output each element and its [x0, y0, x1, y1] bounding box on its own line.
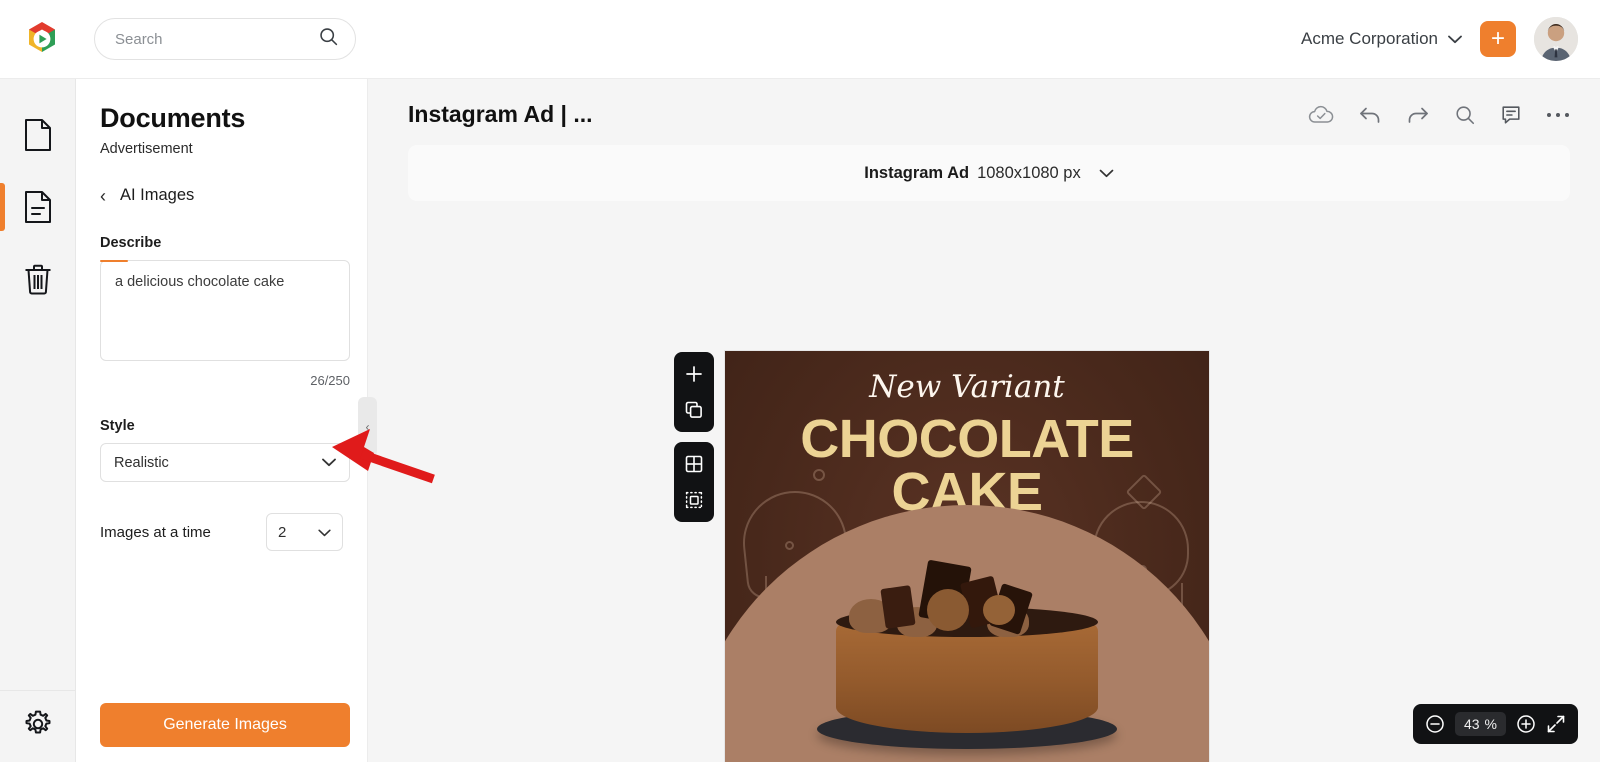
document-header: Instagram Ad | ...	[368, 79, 1600, 128]
zoom-level-value: 43	[1463, 716, 1480, 732]
ad-script-heading: New Variant	[869, 369, 1065, 405]
artboard-size-bar[interactable]: Instagram Ad 1080x1080 px	[408, 145, 1570, 201]
breadcrumb-label: AI Images	[120, 186, 195, 204]
chevron-down-icon	[1448, 29, 1462, 49]
cloud-saved-icon[interactable]	[1308, 105, 1334, 125]
chevron-down-icon	[322, 455, 336, 470]
add-element-icon[interactable]	[677, 358, 711, 390]
chocolate-chunk	[880, 585, 916, 629]
grid-layout-icon[interactable]	[677, 448, 711, 480]
canvas-tool-group-one	[674, 352, 714, 432]
icon-rail	[0, 79, 76, 762]
images-count-value: 2	[278, 523, 287, 541]
canvas-area: Instagram Ad | ... Instagram Ad 1080x108…	[368, 79, 1600, 762]
search-placeholder: Search	[115, 30, 163, 48]
more-options-icon[interactable]	[1546, 111, 1570, 119]
canvas-tool-group-two	[674, 442, 714, 522]
artboard-dimensions: 1080x1080 px	[977, 163, 1081, 182]
page-title: Documents	[100, 103, 246, 133]
images-at-a-time-label: Images at a time	[100, 523, 211, 541]
crop-select-icon[interactable]	[677, 484, 711, 516]
style-select[interactable]: Realistic	[100, 443, 350, 482]
org-switcher[interactable]: Acme Corporation	[1301, 29, 1462, 49]
panel-collapse-handle[interactable]: ‹	[358, 397, 377, 457]
app-logo-hexagon[interactable]	[22, 19, 62, 59]
images-at-a-time-row: Images at a time 2	[100, 513, 343, 551]
search-icon[interactable]	[318, 26, 339, 52]
top-bar: Search Acme Corporation +	[0, 0, 1600, 79]
document-title: Instagram Ad | ...	[408, 101, 593, 127]
left-panel: Documents Advertisement ‹ AI Images Desc…	[76, 79, 377, 762]
artboard-preset-name: Instagram Ad	[864, 163, 970, 182]
back-chevron-icon[interactable]: ‹	[100, 187, 106, 205]
cake-photo	[797, 519, 1137, 749]
ad-title: CHOCOLATE CAKE	[725, 409, 1209, 519]
breadcrumb-ai-images[interactable]: ‹ AI Images	[100, 186, 343, 205]
rail-item-trash[interactable]	[0, 243, 76, 315]
duplicate-icon[interactable]	[677, 394, 711, 426]
undo-icon[interactable]	[1358, 105, 1382, 125]
zoom-out-icon[interactable]	[1425, 714, 1445, 734]
rail-item-blank-document[interactable]	[0, 99, 76, 171]
app-body: Documents Advertisement ‹ AI Images Desc…	[0, 79, 1600, 762]
describe-label: Describe	[100, 235, 162, 251]
chevron-down-icon[interactable]	[1099, 166, 1114, 181]
redo-icon[interactable]	[1406, 105, 1430, 125]
style-label: Style	[100, 418, 135, 434]
zoom-in-icon[interactable]	[1516, 714, 1536, 734]
gear-icon	[23, 709, 53, 744]
images-count-select[interactable]: 2	[266, 513, 343, 551]
rail-item-documents[interactable]	[0, 171, 76, 243]
search-input[interactable]: Search	[94, 18, 356, 60]
search-icon[interactable]	[1454, 104, 1476, 126]
describe-input[interactable]	[100, 260, 350, 361]
canvas-stage: New Variant CHOCOLATE CAKE DISCOUNT UP T…	[368, 201, 1600, 762]
cake-body	[836, 621, 1098, 733]
document-toolbar	[1308, 104, 1570, 126]
org-name: Acme Corporation	[1300, 29, 1438, 48]
describe-field-wrapper	[100, 260, 350, 366]
avatar[interactable]	[1534, 17, 1578, 61]
character-counter: 26/250	[310, 373, 350, 388]
ad-title-line1: CHOCOLATE	[800, 409, 1134, 469]
zoom-level-unit: %	[1484, 716, 1497, 732]
chevron-down-icon	[318, 525, 331, 540]
style-select-value: Realistic	[114, 454, 169, 471]
truffle-ball	[927, 589, 969, 631]
app-root: Search Acme Corporation + Documents Adve…	[0, 0, 1600, 762]
comment-icon[interactable]	[1500, 104, 1522, 126]
create-new-button[interactable]: +	[1480, 21, 1516, 57]
topbar-right-cluster: Acme Corporation +	[1301, 17, 1578, 61]
zoom-control: 43 %	[1412, 704, 1578, 744]
truffle-ball	[983, 595, 1015, 625]
generate-images-button[interactable]: Generate Images	[100, 703, 350, 747]
artboard-instagram-ad[interactable]: New Variant CHOCOLATE CAKE DISCOUNT UP T…	[725, 351, 1209, 762]
rail-item-settings[interactable]	[0, 690, 76, 762]
fullscreen-icon[interactable]	[1546, 714, 1566, 734]
zoom-level[interactable]: 43 %	[1454, 712, 1506, 736]
panel-subtitle: Advertisement	[100, 141, 193, 157]
canvas-floating-tools	[674, 352, 714, 522]
panel-spacer	[100, 551, 343, 703]
